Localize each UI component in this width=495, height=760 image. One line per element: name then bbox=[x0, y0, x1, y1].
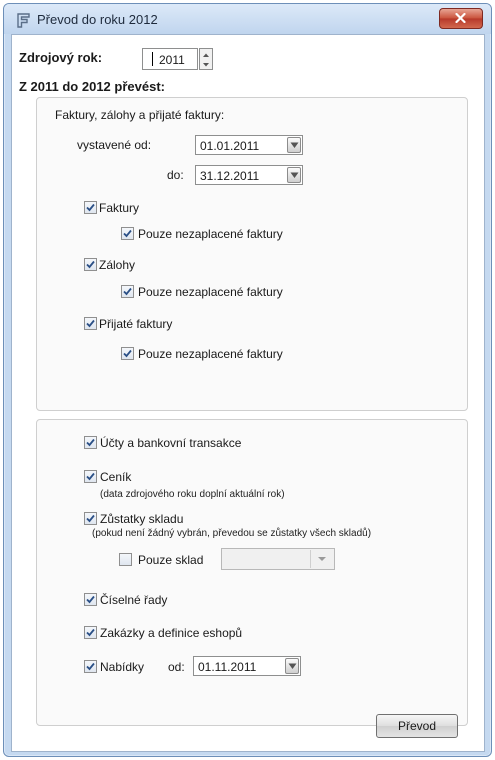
orders-label: Zakázky a definice eshopů bbox=[100, 626, 243, 640]
stock-label: Zůstatky skladu bbox=[100, 512, 184, 526]
stock-note: (pokud není žádný vybrán, převedou se zů… bbox=[92, 528, 372, 539]
chevron-down-icon bbox=[318, 557, 326, 561]
zalohy-checkbox[interactable] bbox=[84, 258, 97, 271]
invoices-group-heading: Faktury, zálohy a přijaté faktury: bbox=[55, 108, 225, 122]
to-label: do: bbox=[167, 168, 184, 182]
close-icon bbox=[455, 13, 466, 23]
dialog-window: Převod do roku 2012 Zdrojový rok: 2011 Z… bbox=[3, 3, 492, 757]
source-year-label: Zdrojový rok: bbox=[19, 50, 103, 65]
checkmark-icon bbox=[123, 349, 132, 358]
checkmark-icon bbox=[86, 595, 95, 604]
close-button[interactable] bbox=[439, 8, 483, 29]
checkmark-icon bbox=[86, 438, 95, 447]
invoices-group: Faktury, zálohy a přijaté faktury: vysta… bbox=[36, 97, 468, 411]
stock-checkbox[interactable] bbox=[84, 512, 97, 525]
text-cursor bbox=[152, 52, 153, 66]
zalohy-label: Zálohy bbox=[99, 258, 136, 272]
accounts-checkbox[interactable] bbox=[84, 436, 97, 449]
prijate-unpaid-label: Pouze nezaplacené faktury bbox=[138, 347, 283, 361]
to-date-field[interactable]: 31.12.2011 bbox=[195, 165, 303, 185]
window-title: Převod do roku 2012 bbox=[37, 12, 158, 27]
offers-label: Nabídky bbox=[100, 660, 145, 674]
faktury-unpaid-label: Pouze nezaplacené faktury bbox=[138, 227, 283, 241]
triangle-down-icon bbox=[203, 63, 209, 67]
zalohy-unpaid-checkbox[interactable] bbox=[121, 285, 134, 298]
checkmark-icon bbox=[86, 203, 95, 212]
to-dropdown-button[interactable] bbox=[287, 167, 301, 183]
checkmark-icon bbox=[86, 662, 95, 671]
checkmark-icon bbox=[123, 287, 132, 296]
checkmark-icon bbox=[86, 319, 95, 328]
chevron-down-icon bbox=[290, 142, 299, 148]
checkmark-icon bbox=[86, 260, 95, 269]
chevron-down-icon bbox=[288, 663, 297, 669]
issued-from-date-field[interactable]: 01.01.2011 bbox=[195, 135, 303, 155]
checkmark-icon bbox=[123, 229, 132, 238]
prijate-faktury-label: Přijaté faktury bbox=[99, 317, 173, 331]
accounts-label: Účty a bankovní transakce bbox=[100, 436, 242, 450]
offers-from-dropdown-button[interactable] bbox=[285, 658, 299, 674]
offers-checkbox[interactable] bbox=[84, 660, 97, 673]
prijate-faktury-checkbox[interactable] bbox=[84, 317, 97, 330]
faktury-checkbox[interactable] bbox=[84, 201, 97, 214]
chevron-down-icon bbox=[290, 172, 299, 178]
faktury-label: Faktury bbox=[99, 201, 140, 215]
checkmark-icon bbox=[86, 472, 95, 481]
spinner-up-button[interactable] bbox=[200, 49, 212, 59]
spinner-down-button[interactable] bbox=[200, 59, 212, 69]
title-bar: Převod do roku 2012 bbox=[4, 4, 491, 34]
checkmark-icon bbox=[86, 514, 95, 523]
faktury-unpaid-checkbox[interactable] bbox=[121, 227, 134, 240]
pricelist-checkbox[interactable] bbox=[84, 470, 97, 483]
dialog-content: Zdrojový rok: 2011 Z 2011 do 2012 převés… bbox=[11, 34, 485, 752]
number-series-checkbox[interactable] bbox=[84, 593, 97, 606]
stock-select-dropdown-button[interactable] bbox=[310, 550, 333, 568]
pricelist-label: Ceník bbox=[100, 470, 132, 484]
orders-checkbox[interactable] bbox=[84, 626, 97, 639]
issued-from-dropdown-button[interactable] bbox=[287, 137, 301, 153]
prijate-unpaid-checkbox[interactable] bbox=[121, 347, 134, 360]
issued-from-label: vystavené od: bbox=[77, 138, 152, 152]
app-logo-icon bbox=[17, 13, 30, 28]
checkmark-icon bbox=[86, 628, 95, 637]
only-stock-label: Pouze sklad bbox=[138, 553, 204, 567]
source-year-spinner[interactable] bbox=[199, 48, 213, 70]
other-data-group: Účty a bankovní transakce Ceník (data zd… bbox=[36, 419, 468, 726]
transfer-button[interactable]: Převod bbox=[376, 714, 458, 738]
only-stock-checkbox[interactable] bbox=[119, 553, 132, 566]
offers-from-date-field[interactable]: 01.11.2011 bbox=[193, 656, 301, 676]
zalohy-unpaid-label: Pouze nezaplacené faktury bbox=[138, 285, 283, 299]
number-series-label: Číselné řady bbox=[100, 593, 168, 607]
transfer-heading: Z 2011 do 2012 převést: bbox=[19, 79, 165, 94]
stock-select[interactable] bbox=[221, 548, 335, 570]
offers-from-label: od: bbox=[168, 660, 185, 674]
source-year-input[interactable]: 2011 bbox=[142, 48, 198, 70]
pricelist-note: (data zdrojového roku doplní aktuální ro… bbox=[100, 489, 285, 500]
